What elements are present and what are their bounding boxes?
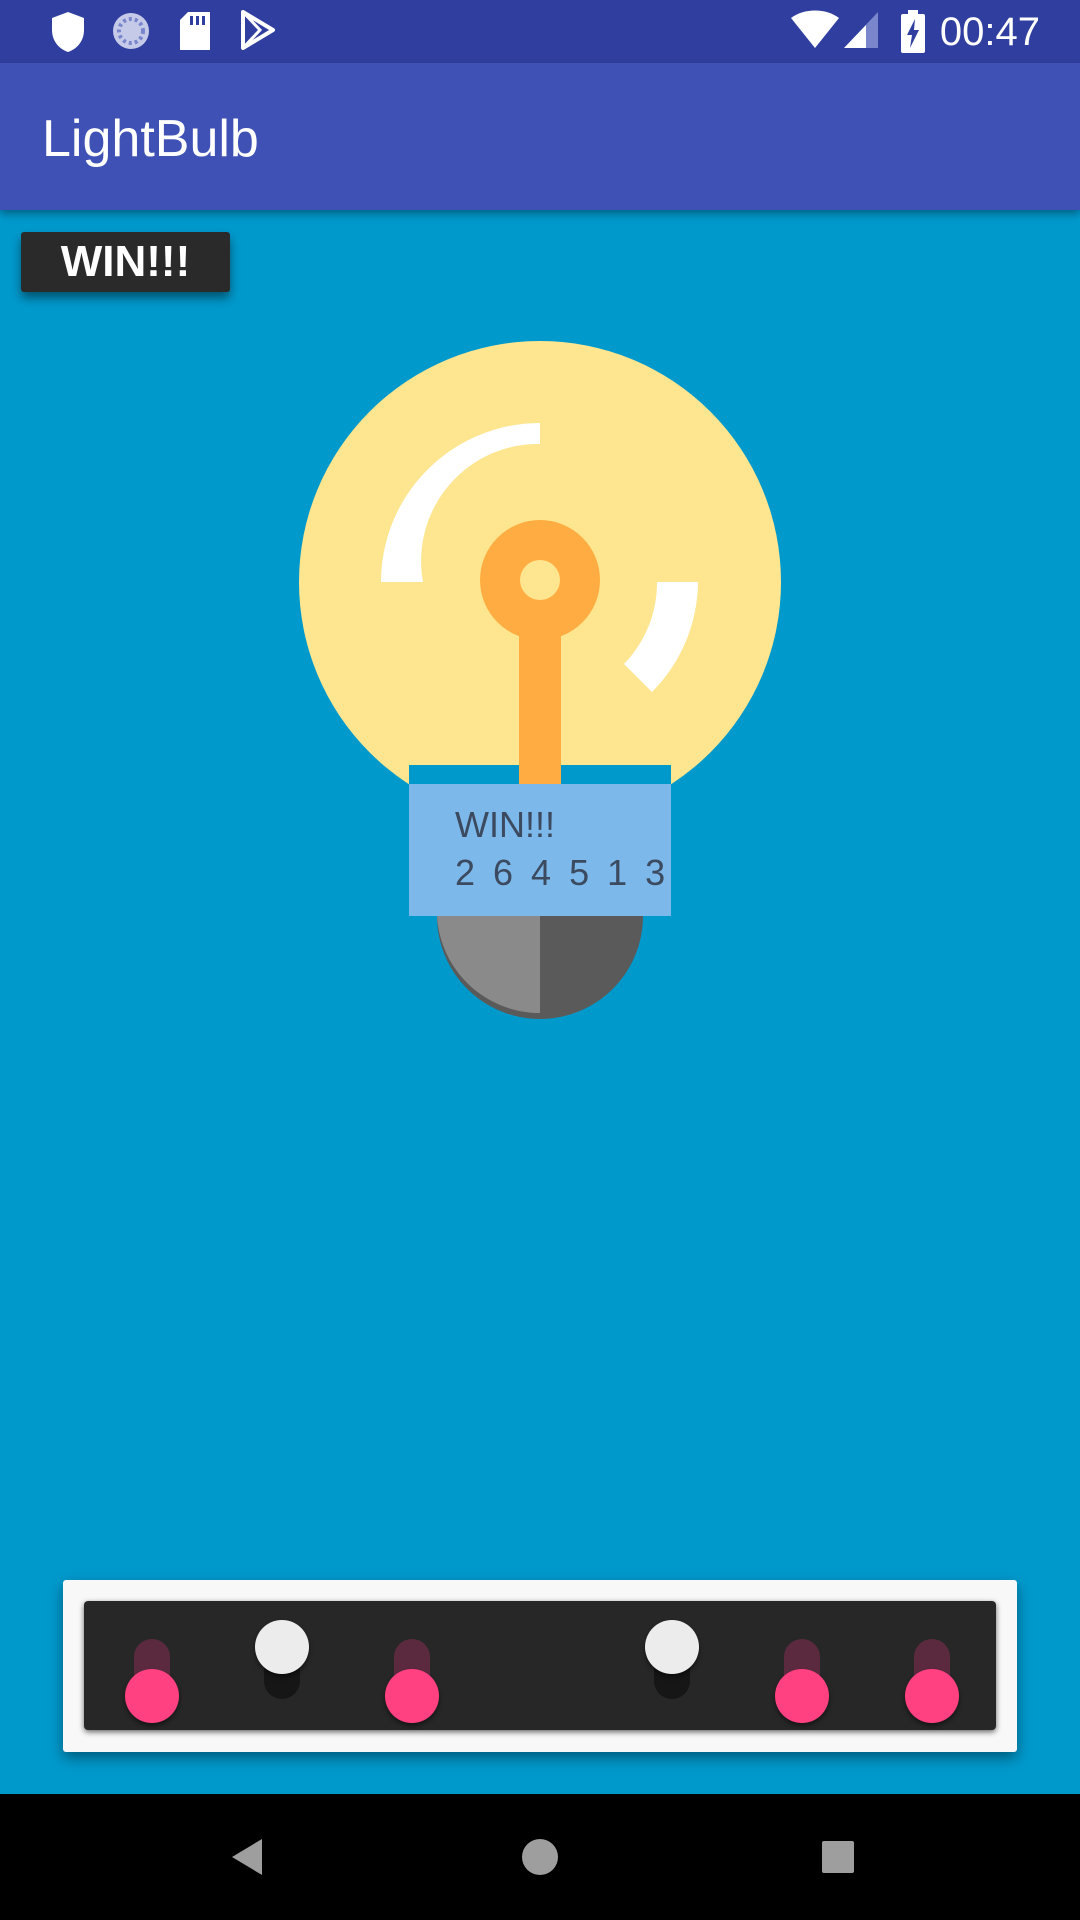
switch-1[interactable] xyxy=(122,1601,182,1730)
switch-panel xyxy=(63,1580,1017,1752)
switch-6[interactable] xyxy=(902,1601,962,1730)
filament-center xyxy=(520,560,560,600)
bulb-base-left xyxy=(437,916,540,1014)
switch-5[interactable] xyxy=(772,1601,832,1730)
switch-thumb[interactable] xyxy=(645,1620,699,1674)
switch-thumb[interactable] xyxy=(255,1620,309,1674)
recents-icon[interactable] xyxy=(810,1829,866,1885)
switch-thumb[interactable] xyxy=(125,1669,179,1723)
app-bar: LightBulb xyxy=(0,63,1080,210)
bulb-label-title: WIN!!! xyxy=(455,804,555,845)
bulb-label: WIN!!! 2 6 4 5 1 3 xyxy=(409,784,671,916)
switch-thumb[interactable] xyxy=(385,1669,439,1723)
bulb-label-code: 2 6 4 5 1 3 xyxy=(455,852,670,893)
navigation-bar xyxy=(0,1794,1080,1920)
switch-3[interactable] xyxy=(382,1601,442,1730)
switch-strip xyxy=(84,1601,996,1730)
switch-thumb[interactable] xyxy=(775,1669,829,1723)
app-title: LightBulb xyxy=(42,110,259,168)
switch-4[interactable] xyxy=(642,1601,702,1730)
back-icon[interactable] xyxy=(220,1829,276,1885)
home-icon[interactable] xyxy=(512,1829,568,1885)
switch-2[interactable] xyxy=(252,1601,312,1730)
switch-thumb[interactable] xyxy=(905,1669,959,1723)
